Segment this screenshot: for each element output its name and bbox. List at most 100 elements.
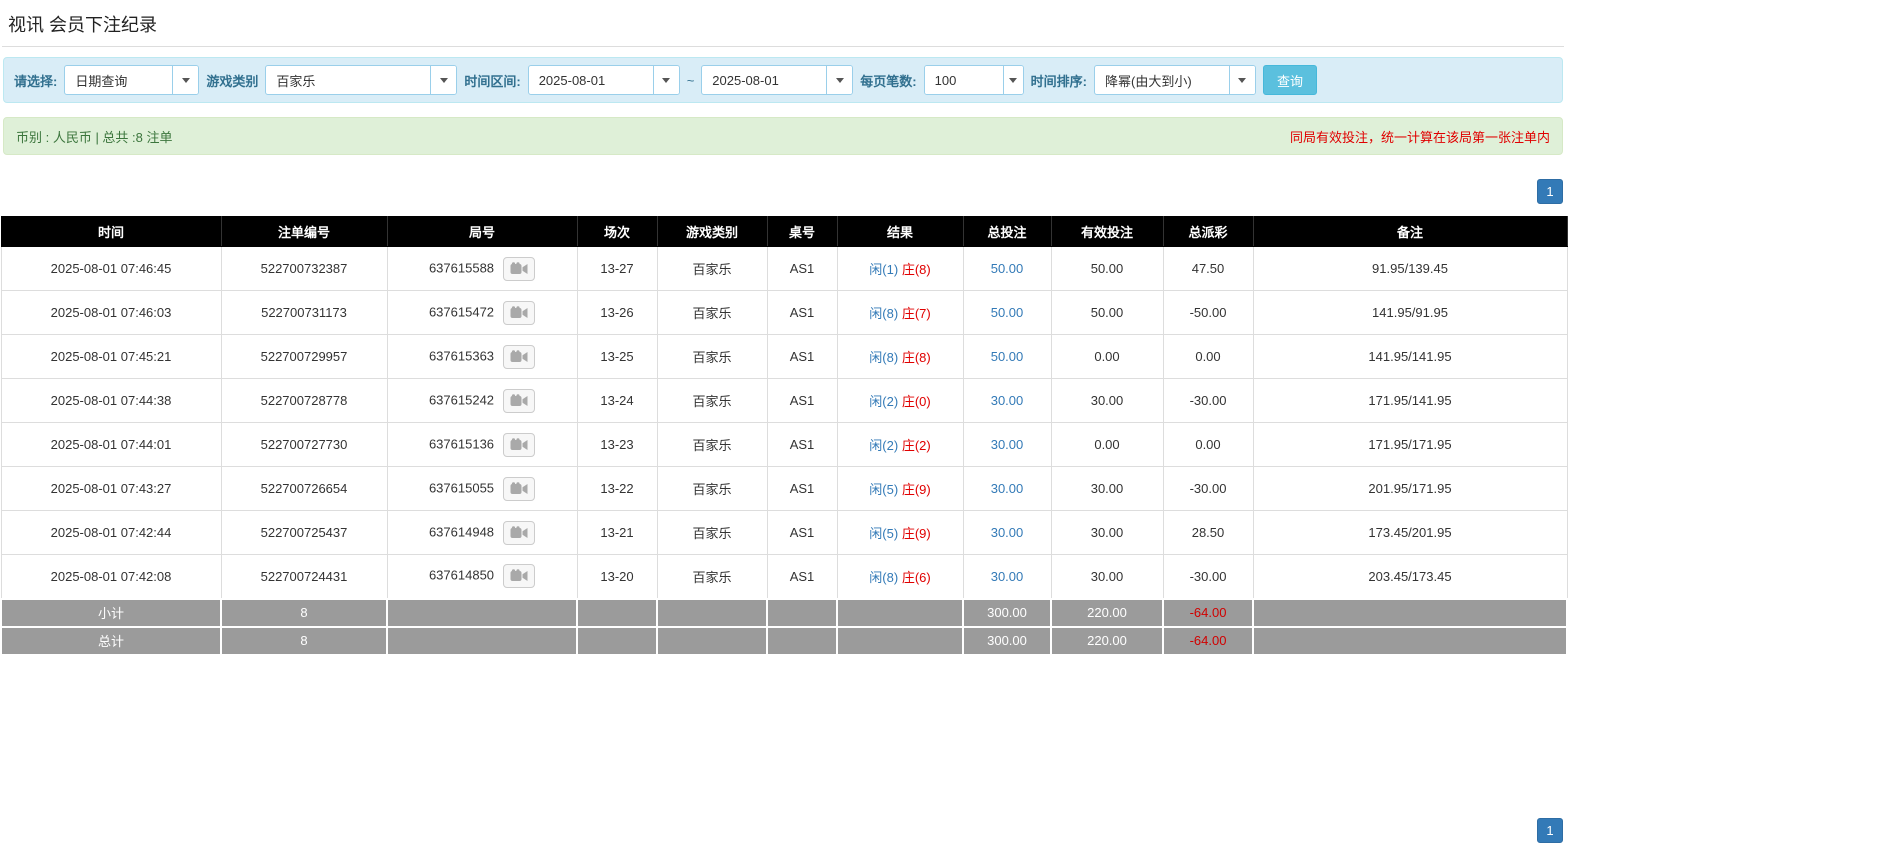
- sort-caret-button[interactable]: [1229, 66, 1255, 94]
- bet-id-cell: 522700732387: [221, 247, 387, 291]
- video-replay-button[interactable]: [503, 477, 535, 501]
- result-cell: 闲(5) 庄(9): [837, 467, 963, 511]
- game-category-cell: 百家乐: [657, 247, 767, 291]
- result-cell: 闲(1) 庄(8): [837, 247, 963, 291]
- total-bet-link[interactable]: 50.00: [991, 349, 1024, 364]
- video-replay-button[interactable]: [503, 389, 535, 413]
- valid-bet-cell: 0.00: [1051, 335, 1163, 379]
- total-bet-link[interactable]: 30.00: [991, 437, 1024, 452]
- game-category-cell: 百家乐: [657, 555, 767, 599]
- bet-record-row: 2025-08-01 07:45:21522700729957637615363…: [1, 335, 1567, 379]
- game-category-cell: 百家乐: [657, 511, 767, 555]
- grand-total-row: 总计 8 300.00 220.00 -64.00: [1, 627, 1567, 655]
- video-replay-button[interactable]: [503, 521, 535, 545]
- bet-id-cell: 522700726654: [221, 467, 387, 511]
- payout-cell: 0.00: [1163, 335, 1253, 379]
- page-size-select[interactable]: [924, 65, 1024, 95]
- valid-bet-cell: 30.00: [1051, 467, 1163, 511]
- column-header: 局号: [387, 217, 577, 247]
- column-header: 场次: [577, 217, 657, 247]
- page-size-input[interactable]: [925, 66, 1003, 94]
- time-range-label: 时间区间:: [464, 71, 520, 90]
- date-from-select[interactable]: 2025-08-01: [528, 65, 680, 95]
- page-1-button-bottom[interactable]: 1: [1537, 818, 1563, 843]
- search-button[interactable]: 查询: [1263, 65, 1317, 95]
- video-replay-button[interactable]: [503, 257, 535, 281]
- page-size-label: 每页笔数:: [860, 71, 916, 90]
- total-bet-link[interactable]: 50.00: [991, 261, 1024, 276]
- page-size-caret-button[interactable]: [1003, 66, 1023, 94]
- date-from-caret-button[interactable]: [653, 66, 679, 94]
- total-bet-link[interactable]: 30.00: [991, 481, 1024, 496]
- round-number: 637615136: [429, 436, 494, 451]
- filter-bar: 请选择: 日期查询 游戏类别 百家乐 时间区间: 2025-08-01 ~ 20…: [3, 57, 1563, 103]
- query-type-select[interactable]: 日期查询: [64, 65, 199, 95]
- round-number: 637615472: [429, 304, 494, 319]
- video-replay-button[interactable]: [503, 433, 535, 457]
- empty-cell: [837, 599, 963, 627]
- game-category-select[interactable]: 百家乐: [265, 65, 457, 95]
- game-category-cell: 百家乐: [657, 467, 767, 511]
- time-cell: 2025-08-01 07:42:08: [1, 555, 221, 599]
- total-bet-cell: 30.00: [963, 379, 1051, 423]
- game-category-caret-button[interactable]: [430, 66, 456, 94]
- result-player: 闲(5): [869, 482, 898, 497]
- video-replay-button[interactable]: [503, 301, 535, 325]
- note-cell: 203.45/173.45: [1253, 555, 1567, 599]
- result-banker: 庄(2): [902, 438, 931, 453]
- session-cell: 13-20: [577, 555, 657, 599]
- table-number-cell: AS1: [767, 555, 837, 599]
- column-header: 总投注: [963, 217, 1051, 247]
- game-category-label: 游戏类别: [206, 71, 258, 90]
- grand-total-total-bet: 300.00: [963, 627, 1051, 655]
- valid-bet-cell: 30.00: [1051, 379, 1163, 423]
- column-header: 备注: [1253, 217, 1567, 247]
- empty-cell: [387, 627, 577, 655]
- payout-cell: 47.50: [1163, 247, 1253, 291]
- time-cell: 2025-08-01 07:42:44: [1, 511, 221, 555]
- page-1-button[interactable]: 1: [1537, 179, 1563, 204]
- empty-cell: [387, 599, 577, 627]
- note-cell: 173.45/201.95: [1253, 511, 1567, 555]
- round-cell: 637615472: [387, 291, 577, 335]
- date-to-select[interactable]: 2025-08-01: [701, 65, 853, 95]
- column-header: 注单编号: [221, 217, 387, 247]
- sort-select[interactable]: 降幂(由大到小): [1094, 65, 1256, 95]
- empty-cell: [577, 599, 657, 627]
- valid-bet-cell: 30.00: [1051, 511, 1163, 555]
- result-player: 闲(8): [869, 570, 898, 585]
- bet-record-row: 2025-08-01 07:46:03522700731173637615472…: [1, 291, 1567, 335]
- round-number: 637615055: [429, 480, 494, 495]
- result-cell: 闲(8) 庄(8): [837, 335, 963, 379]
- total-bet-link[interactable]: 30.00: [991, 525, 1024, 540]
- query-type-value: 日期查询: [65, 66, 172, 94]
- payout-cell: -30.00: [1163, 467, 1253, 511]
- total-bet-link[interactable]: 30.00: [991, 393, 1024, 408]
- empty-cell: [1253, 627, 1567, 655]
- bet-record-row: 2025-08-01 07:46:45522700732387637615588…: [1, 247, 1567, 291]
- pagination-bottom: 1: [1537, 818, 1563, 843]
- chevron-down-icon: [1238, 78, 1246, 83]
- video-camera-icon: [510, 306, 528, 320]
- date-to-caret-button[interactable]: [826, 66, 852, 94]
- column-header: 桌号: [767, 217, 837, 247]
- currency-total-text: 币别 : 人民币 | 总共 :8 注单: [16, 127, 173, 146]
- result-player: 闲(2): [869, 394, 898, 409]
- table-number-cell: AS1: [767, 291, 837, 335]
- total-bet-link[interactable]: 50.00: [991, 305, 1024, 320]
- query-type-caret-button[interactable]: [172, 66, 198, 94]
- total-bet-link[interactable]: 30.00: [991, 569, 1024, 584]
- video-replay-button[interactable]: [503, 564, 535, 588]
- note-cell: 141.95/91.95: [1253, 291, 1567, 335]
- valid-bet-notice-text: 同局有效投注，统一计算在该局第一张注单内: [1290, 127, 1550, 146]
- video-replay-button[interactable]: [503, 345, 535, 369]
- chevron-down-icon: [440, 78, 448, 83]
- video-camera-icon: [510, 350, 528, 364]
- pagination-top: 1: [3, 179, 1563, 204]
- valid-bet-cell: 30.00: [1051, 555, 1163, 599]
- query-type-label: 请选择:: [14, 71, 57, 90]
- empty-cell: [577, 627, 657, 655]
- video-camera-icon: [510, 569, 528, 583]
- subtotal-count: 8: [221, 599, 387, 627]
- table-number-cell: AS1: [767, 511, 837, 555]
